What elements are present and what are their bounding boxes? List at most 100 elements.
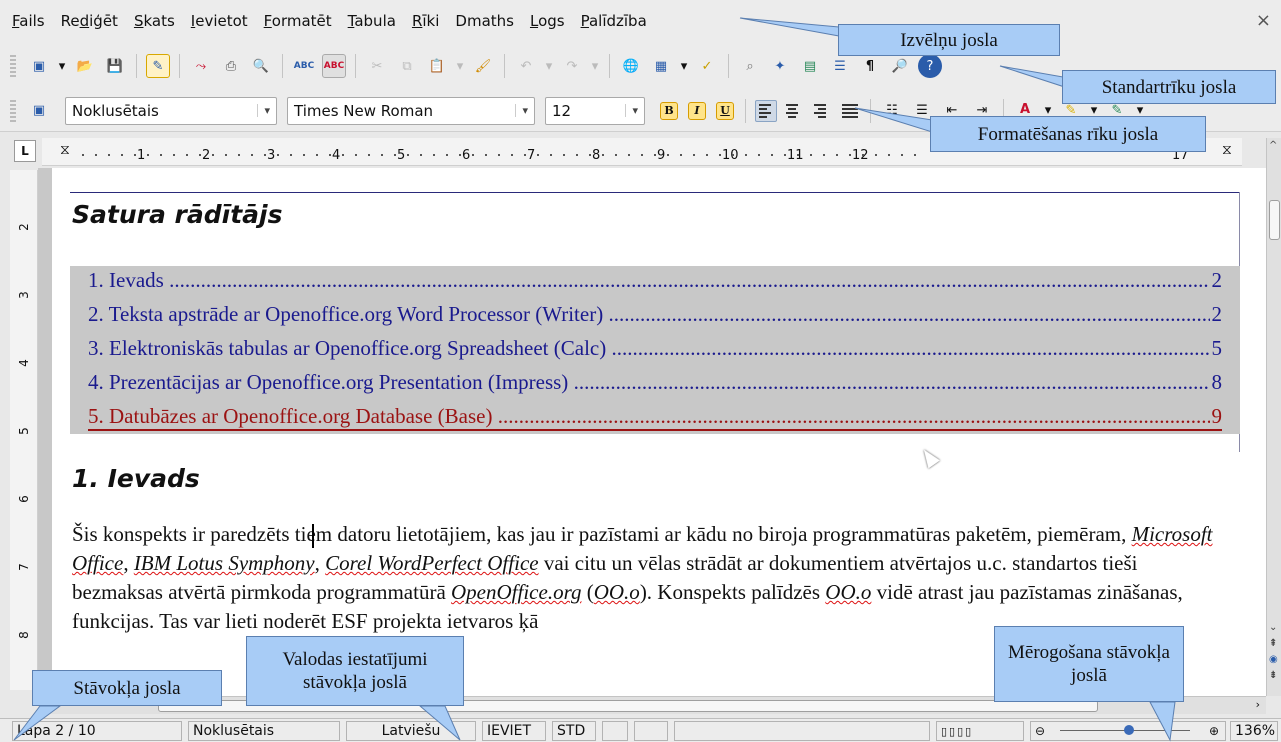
export-pdf-icon[interactable]: ⤳: [189, 54, 213, 78]
status-doc-modified[interactable]: [602, 721, 628, 741]
menu-edit[interactable]: Rediģēt: [61, 12, 118, 30]
print-preview-icon[interactable]: 🔍: [249, 54, 273, 78]
menu-insert[interactable]: Ievietot: [191, 12, 248, 30]
ruler-mark: [771, 154, 773, 156]
toc-entry[interactable]: 4. Prezentācijas ar Openoffice.org Prese…: [88, 370, 1222, 395]
spellcheck-icon[interactable]: ABC: [292, 54, 316, 78]
help-icon[interactable]: ?: [918, 54, 942, 78]
menu-file[interactable]: Fails: [12, 12, 45, 30]
toc-entry[interactable]: 5. Datubāzes ar Openoffice.org Database …: [88, 404, 1222, 431]
align-center-button[interactable]: [783, 100, 805, 122]
formatting-marks-icon[interactable]: ¶: [858, 54, 882, 78]
cut-icon[interactable]: ✂: [365, 54, 389, 78]
new-document-icon[interactable]: ▣: [27, 54, 51, 78]
zoom-handle[interactable]: [1124, 725, 1134, 735]
vertical-scroll-thumb[interactable]: [1269, 200, 1280, 240]
document-page[interactable]: Satura rādītājs 1. Ievads Šis konspekts …: [52, 168, 1266, 696]
status-page-style[interactable]: Noklusētais: [188, 721, 340, 741]
font-name-select[interactable]: Times New Roman ▾: [287, 96, 535, 125]
undo-icon[interactable]: ↶: [514, 54, 538, 78]
edit-file-icon[interactable]: ✎: [146, 54, 170, 78]
menu-help[interactable]: Palīdzība: [581, 12, 647, 30]
bold-button[interactable]: B: [660, 101, 678, 120]
toc-entry[interactable]: 2. Teksta apstrāde ar Openoffice.org Wor…: [88, 302, 1222, 327]
view-layout-icons[interactable]: ▯▯▯▯: [936, 721, 1024, 741]
paste-icon[interactable]: 📋: [425, 54, 449, 78]
ruler-mark: [875, 154, 877, 156]
print-icon[interactable]: ⎙: [219, 54, 243, 78]
gallery-icon[interactable]: ▤: [798, 54, 822, 78]
paragraph-style-select[interactable]: Noklusētais ▾: [65, 96, 277, 125]
paste-dropdown-icon[interactable]: ▾: [455, 54, 465, 78]
callout-statusbar: Stāvokļa josla: [32, 670, 222, 706]
tab-stop-selector[interactable]: L: [14, 140, 36, 162]
ruler-mark: [706, 154, 708, 156]
status-language[interactable]: Latviešu: [346, 721, 476, 741]
align-left-button[interactable]: [755, 99, 777, 122]
status-page-count[interactable]: Lapa 2 / 10: [12, 721, 182, 741]
ruler-mark: [810, 154, 812, 156]
vertical-scrollbar[interactable]: ^ ⌄ ⇞ ◉ ⇟: [1266, 138, 1281, 696]
save-icon[interactable]: 💾: [103, 54, 127, 78]
data-sources-icon[interactable]: ☰: [828, 54, 852, 78]
toc-page-number: 9: [1209, 404, 1222, 429]
document-area[interactable]: Satura rādītājs 1. Ievads Šis konspekts …: [38, 168, 1266, 696]
body-italic-text: Corel WordPerfect Office: [325, 551, 539, 575]
toc-entry[interactable]: 3. Elektroniskās tabulas ar Openoffice.o…: [88, 336, 1222, 361]
status-signature[interactable]: [634, 721, 668, 741]
dropdown-arrow-icon[interactable]: ▾: [57, 54, 67, 78]
styles-formatting-icon[interactable]: ▣: [27, 99, 51, 123]
indent-marker-icon[interactable]: ⧖: [60, 142, 70, 158]
toc-entry[interactable]: 1. Ievads ..............................…: [88, 268, 1222, 293]
ruler-mark: [784, 154, 786, 156]
underline-button[interactable]: U: [716, 101, 734, 120]
copy-icon[interactable]: ⧉: [395, 54, 419, 78]
autospellcheck-icon[interactable]: ABC: [322, 54, 346, 78]
align-right-button[interactable]: [811, 100, 833, 122]
open-folder-icon[interactable]: 📂: [73, 54, 97, 78]
numbering-icon[interactable]: ☷: [880, 99, 904, 123]
zoom-icon[interactable]: 🔎: [888, 54, 912, 78]
table-dropdown-icon[interactable]: ▾: [679, 54, 689, 78]
next-page-icon[interactable]: ⇟: [1269, 670, 1277, 681]
hyperlink-icon[interactable]: 🌐: [619, 54, 643, 78]
undo-dropdown-icon[interactable]: ▾: [544, 54, 554, 78]
vertical-ruler[interactable]: 2 3 4 5 6 7 8: [10, 170, 38, 690]
font-size-select[interactable]: 12 ▾: [545, 96, 645, 125]
menu-window[interactable]: Logs: [530, 12, 565, 30]
find-replace-icon[interactable]: ⌕: [738, 54, 762, 78]
navigator-icon[interactable]: ✦: [768, 54, 792, 78]
toolbar-grip[interactable]: [10, 55, 16, 77]
zoom-out-icon[interactable]: ⊖: [1035, 724, 1045, 738]
scroll-right-icon[interactable]: ›: [1256, 698, 1260, 711]
previous-page-icon[interactable]: ⇞: [1269, 638, 1277, 649]
menu-tools[interactable]: Rīki: [412, 12, 439, 30]
menu-table[interactable]: Tabula: [348, 12, 396, 30]
draw-functions-icon[interactable]: ✓: [695, 54, 719, 78]
zoom-in-icon[interactable]: ⊕: [1209, 724, 1219, 738]
body-paragraph[interactable]: Šis konspekts ir paredzēts tiem datoru l…: [72, 520, 1232, 636]
toolbar-grip[interactable]: [10, 99, 16, 122]
menu-bar: Fails Rediģēt Skats Ievietot Formatēt Ta…: [0, 0, 1281, 42]
navigation-icon[interactable]: ◉: [1269, 654, 1278, 665]
status-selection-mode[interactable]: STD: [552, 721, 596, 741]
redo-icon[interactable]: ↷: [560, 54, 584, 78]
status-zoom-level[interactable]: 136%: [1230, 721, 1278, 741]
indent-marker-icon[interactable]: ⧖: [1222, 142, 1232, 158]
status-insert-mode[interactable]: IEVIET: [482, 721, 546, 741]
body-text: ,: [123, 551, 134, 575]
menu-dmaths[interactable]: Dmaths: [455, 12, 514, 30]
italic-button[interactable]: I: [688, 101, 706, 120]
scroll-up-icon[interactable]: ^: [1269, 140, 1277, 151]
ruler-mark: [420, 154, 422, 156]
toc-page-number: 2: [1209, 302, 1222, 327]
clone-formatting-icon[interactable]: 🖌: [471, 54, 495, 78]
menu-view[interactable]: Skats: [134, 12, 175, 30]
redo-dropdown-icon[interactable]: ▾: [590, 54, 600, 78]
body-text: ,: [314, 551, 326, 575]
table-icon[interactable]: ▦: [649, 54, 673, 78]
close-document-icon[interactable]: ×: [1256, 10, 1271, 31]
scroll-down-icon[interactable]: ⌄: [1269, 622, 1277, 633]
menu-format[interactable]: Formatēt: [264, 12, 332, 30]
justify-button[interactable]: [839, 100, 861, 122]
